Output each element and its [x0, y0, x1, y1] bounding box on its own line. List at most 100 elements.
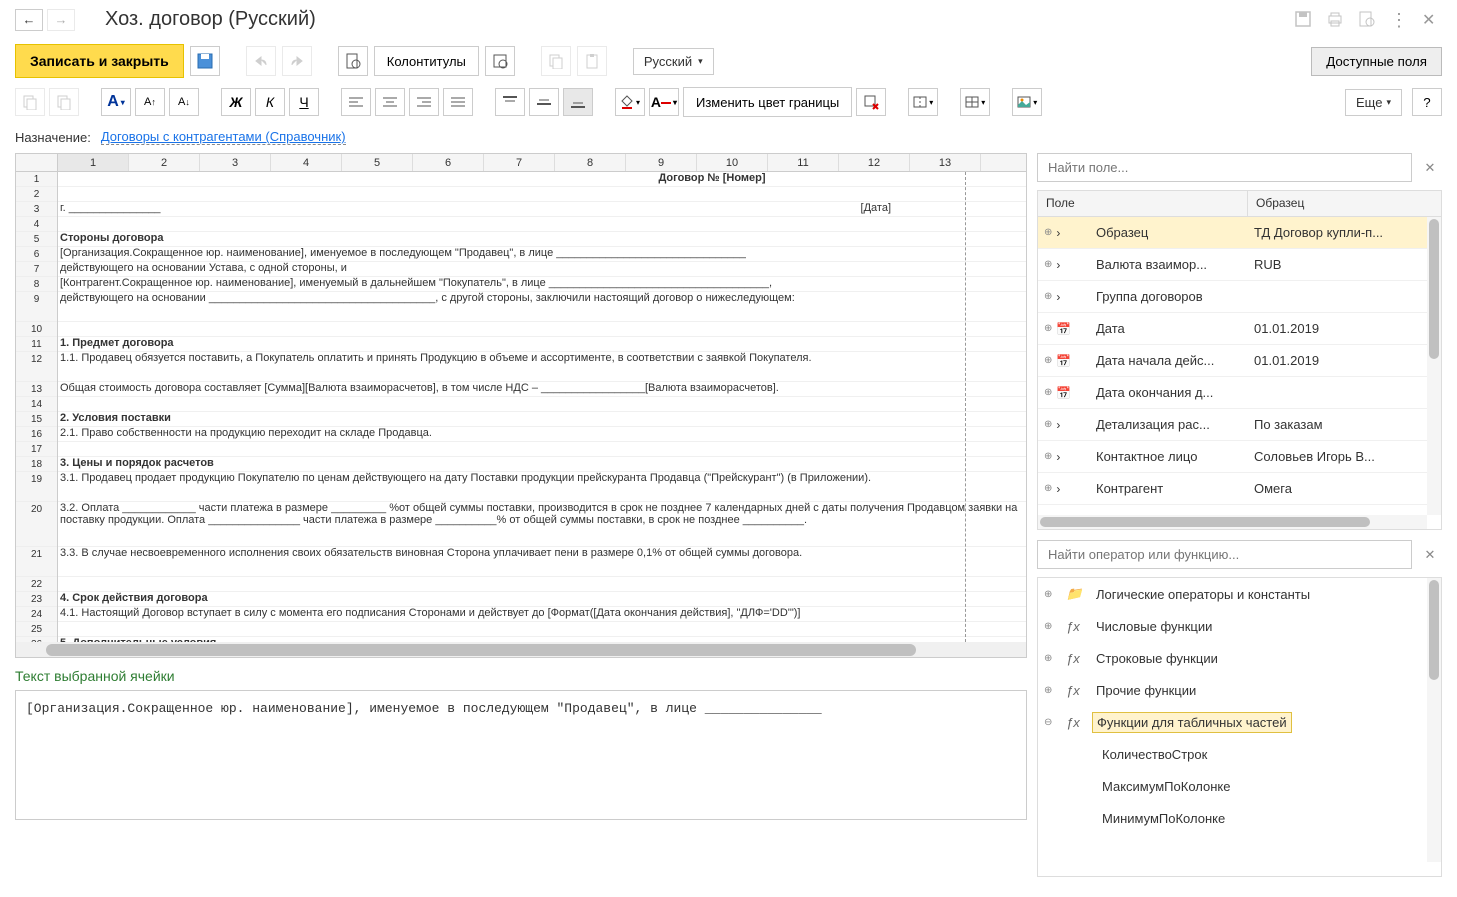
row-header[interactable]: 21: [16, 547, 57, 577]
nav-forward-button[interactable]: →: [47, 9, 75, 31]
func-search-input[interactable]: [1037, 540, 1412, 569]
more-dropdown[interactable]: Еще▾: [1345, 89, 1402, 116]
page-setup-button[interactable]: [485, 46, 515, 76]
row-header[interactable]: 16: [16, 427, 57, 442]
save-and-close-button[interactable]: Записать и закрыть: [15, 44, 184, 78]
underline-button[interactable]: Ч: [289, 88, 319, 116]
col-header[interactable]: 3: [200, 154, 271, 171]
row-header[interactable]: 17: [16, 442, 57, 457]
row-header[interactable]: 9: [16, 292, 57, 322]
row-header[interactable]: 10: [16, 322, 57, 337]
field-row[interactable]: ⊕›ОбразецТД Договор купли-п...: [1038, 217, 1441, 249]
col-header[interactable]: 12: [839, 154, 910, 171]
row-header[interactable]: 14: [16, 397, 57, 412]
func-item[interactable]: МинимумПоКолонке: [1038, 802, 1441, 834]
row-header[interactable]: 25: [16, 622, 57, 637]
sheet-corner[interactable]: [16, 154, 58, 171]
col-header[interactable]: 6: [413, 154, 484, 171]
cell[interactable]: 4.1. Настоящий Договор вступает в силу с…: [58, 607, 1026, 622]
row-header[interactable]: 8: [16, 277, 57, 292]
func-search-clear[interactable]: ✕: [1418, 540, 1442, 569]
row-header[interactable]: 15: [16, 412, 57, 427]
cell[interactable]: действующего на основании ______________…: [58, 292, 1026, 322]
bold-button[interactable]: Ж: [221, 88, 251, 116]
row-header[interactable]: 22: [16, 577, 57, 592]
cell[interactable]: [58, 622, 1026, 637]
align-left-button[interactable]: [341, 88, 371, 116]
more-menu-icon[interactable]: ⋮: [1390, 10, 1410, 30]
col-header[interactable]: 1: [58, 154, 129, 171]
valign-bottom-button[interactable]: [563, 88, 593, 116]
assignment-link[interactable]: Договоры с контрагентами (Справочник): [101, 129, 346, 145]
available-fields-button[interactable]: Доступные поля: [1311, 47, 1442, 76]
spreadsheet[interactable]: 1 2 3 4 5 6 7 8 9 10 11 12 13 1 2 3 4: [15, 153, 1027, 658]
col-header[interactable]: 7: [484, 154, 555, 171]
func-category[interactable]: ⊕ƒxПрочие функции: [1038, 674, 1441, 706]
field-row[interactable]: ⊕›Валюта взаимор...RUB: [1038, 249, 1441, 281]
preview-icon[interactable]: [1358, 10, 1378, 30]
language-dropdown[interactable]: Русский▾: [633, 48, 714, 75]
row-header[interactable]: 2: [16, 187, 57, 202]
func-category[interactable]: ⊖ƒxФункции для табличных частей: [1038, 706, 1441, 738]
insert-image-button[interactable]: [1012, 88, 1042, 116]
row-header[interactable]: 18: [16, 457, 57, 472]
field-search-input[interactable]: [1037, 153, 1412, 182]
font-increase-button[interactable]: A↑: [135, 88, 165, 116]
row-header[interactable]: 7: [16, 262, 57, 277]
page-preview-button[interactable]: [338, 46, 368, 76]
col-header[interactable]: 5: [342, 154, 413, 171]
field-row[interactable]: ⊕📅Дата начала дейс...01.01.2019: [1038, 345, 1441, 377]
cell[interactable]: Договор № [Номер]: [58, 172, 1026, 187]
cell[interactable]: 3.1. Продавец продает продукцию Покупате…: [58, 472, 1026, 502]
row-header[interactable]: 11: [16, 337, 57, 352]
cell[interactable]: [58, 397, 1026, 412]
row-header[interactable]: 4: [16, 217, 57, 232]
row-header[interactable]: 24: [16, 607, 57, 622]
cell[interactable]: 3.2. Оплата ____________ части платежа в…: [58, 502, 1026, 547]
col-header[interactable]: 11: [768, 154, 839, 171]
fields-col-sample[interactable]: Образец: [1248, 191, 1441, 216]
field-row[interactable]: ⊕📅Дата окончания д...: [1038, 377, 1441, 409]
copy-format-button[interactable]: [15, 88, 45, 116]
save-icon[interactable]: [1294, 10, 1314, 30]
save-button[interactable]: [190, 46, 220, 76]
redo-button[interactable]: [282, 46, 312, 76]
func-category[interactable]: ⊕ƒxЧисловые функции: [1038, 610, 1441, 642]
row-header[interactable]: 23: [16, 592, 57, 607]
fields-vscroll[interactable]: [1427, 217, 1441, 515]
func-category[interactable]: ⊕📁Логические операторы и константы: [1038, 578, 1441, 610]
cell[interactable]: 4. Срок действия договора: [58, 592, 1026, 607]
border-color-button[interactable]: Изменить цвет границы: [683, 87, 852, 117]
sheet-hscroll[interactable]: [16, 642, 1026, 658]
field-row[interactable]: ⊕›Детализация рас...По заказам: [1038, 409, 1441, 441]
paste-button[interactable]: [577, 46, 607, 76]
cell[interactable]: Стороны договора: [58, 232, 1026, 247]
valign-top-button[interactable]: [495, 88, 525, 116]
italic-button[interactable]: К: [255, 88, 285, 116]
merge-cells-button[interactable]: [908, 88, 938, 116]
col-header[interactable]: 10: [697, 154, 768, 171]
paste-format-button[interactable]: [49, 88, 79, 116]
field-row[interactable]: ⊕›Контактное лицоСоловьев Игорь В...: [1038, 441, 1441, 473]
col-header[interactable]: 4: [271, 154, 342, 171]
field-row[interactable]: ⊕📅Дата01.01.2019: [1038, 313, 1441, 345]
cell[interactable]: Общая стоимость договора составляет [Сум…: [58, 382, 1026, 397]
col-header[interactable]: 8: [555, 154, 626, 171]
bg-color-button[interactable]: [615, 88, 645, 116]
close-icon[interactable]: ✕: [1422, 10, 1442, 30]
fields-col-field[interactable]: Поле: [1038, 191, 1248, 216]
func-item[interactable]: МаксимумПоКолонке: [1038, 770, 1441, 802]
headers-footers-button[interactable]: Колонтитулы: [374, 46, 479, 76]
row-header[interactable]: 12: [16, 352, 57, 382]
cell[interactable]: 2.1. Право собственности на продукцию пе…: [58, 427, 1026, 442]
row-header[interactable]: 1: [16, 172, 57, 187]
cell[interactable]: действующего на основании Устава, с одно…: [58, 262, 1026, 277]
align-right-button[interactable]: [409, 88, 439, 116]
cell[interactable]: [58, 442, 1026, 457]
funcs-vscroll[interactable]: [1427, 578, 1441, 862]
func-category[interactable]: ⊕ƒxСтроковые функции: [1038, 642, 1441, 674]
valign-middle-button[interactable]: [529, 88, 559, 116]
borders-button[interactable]: [960, 88, 990, 116]
cell[interactable]: [58, 187, 1026, 202]
fields-hscroll[interactable]: [1038, 515, 1427, 529]
